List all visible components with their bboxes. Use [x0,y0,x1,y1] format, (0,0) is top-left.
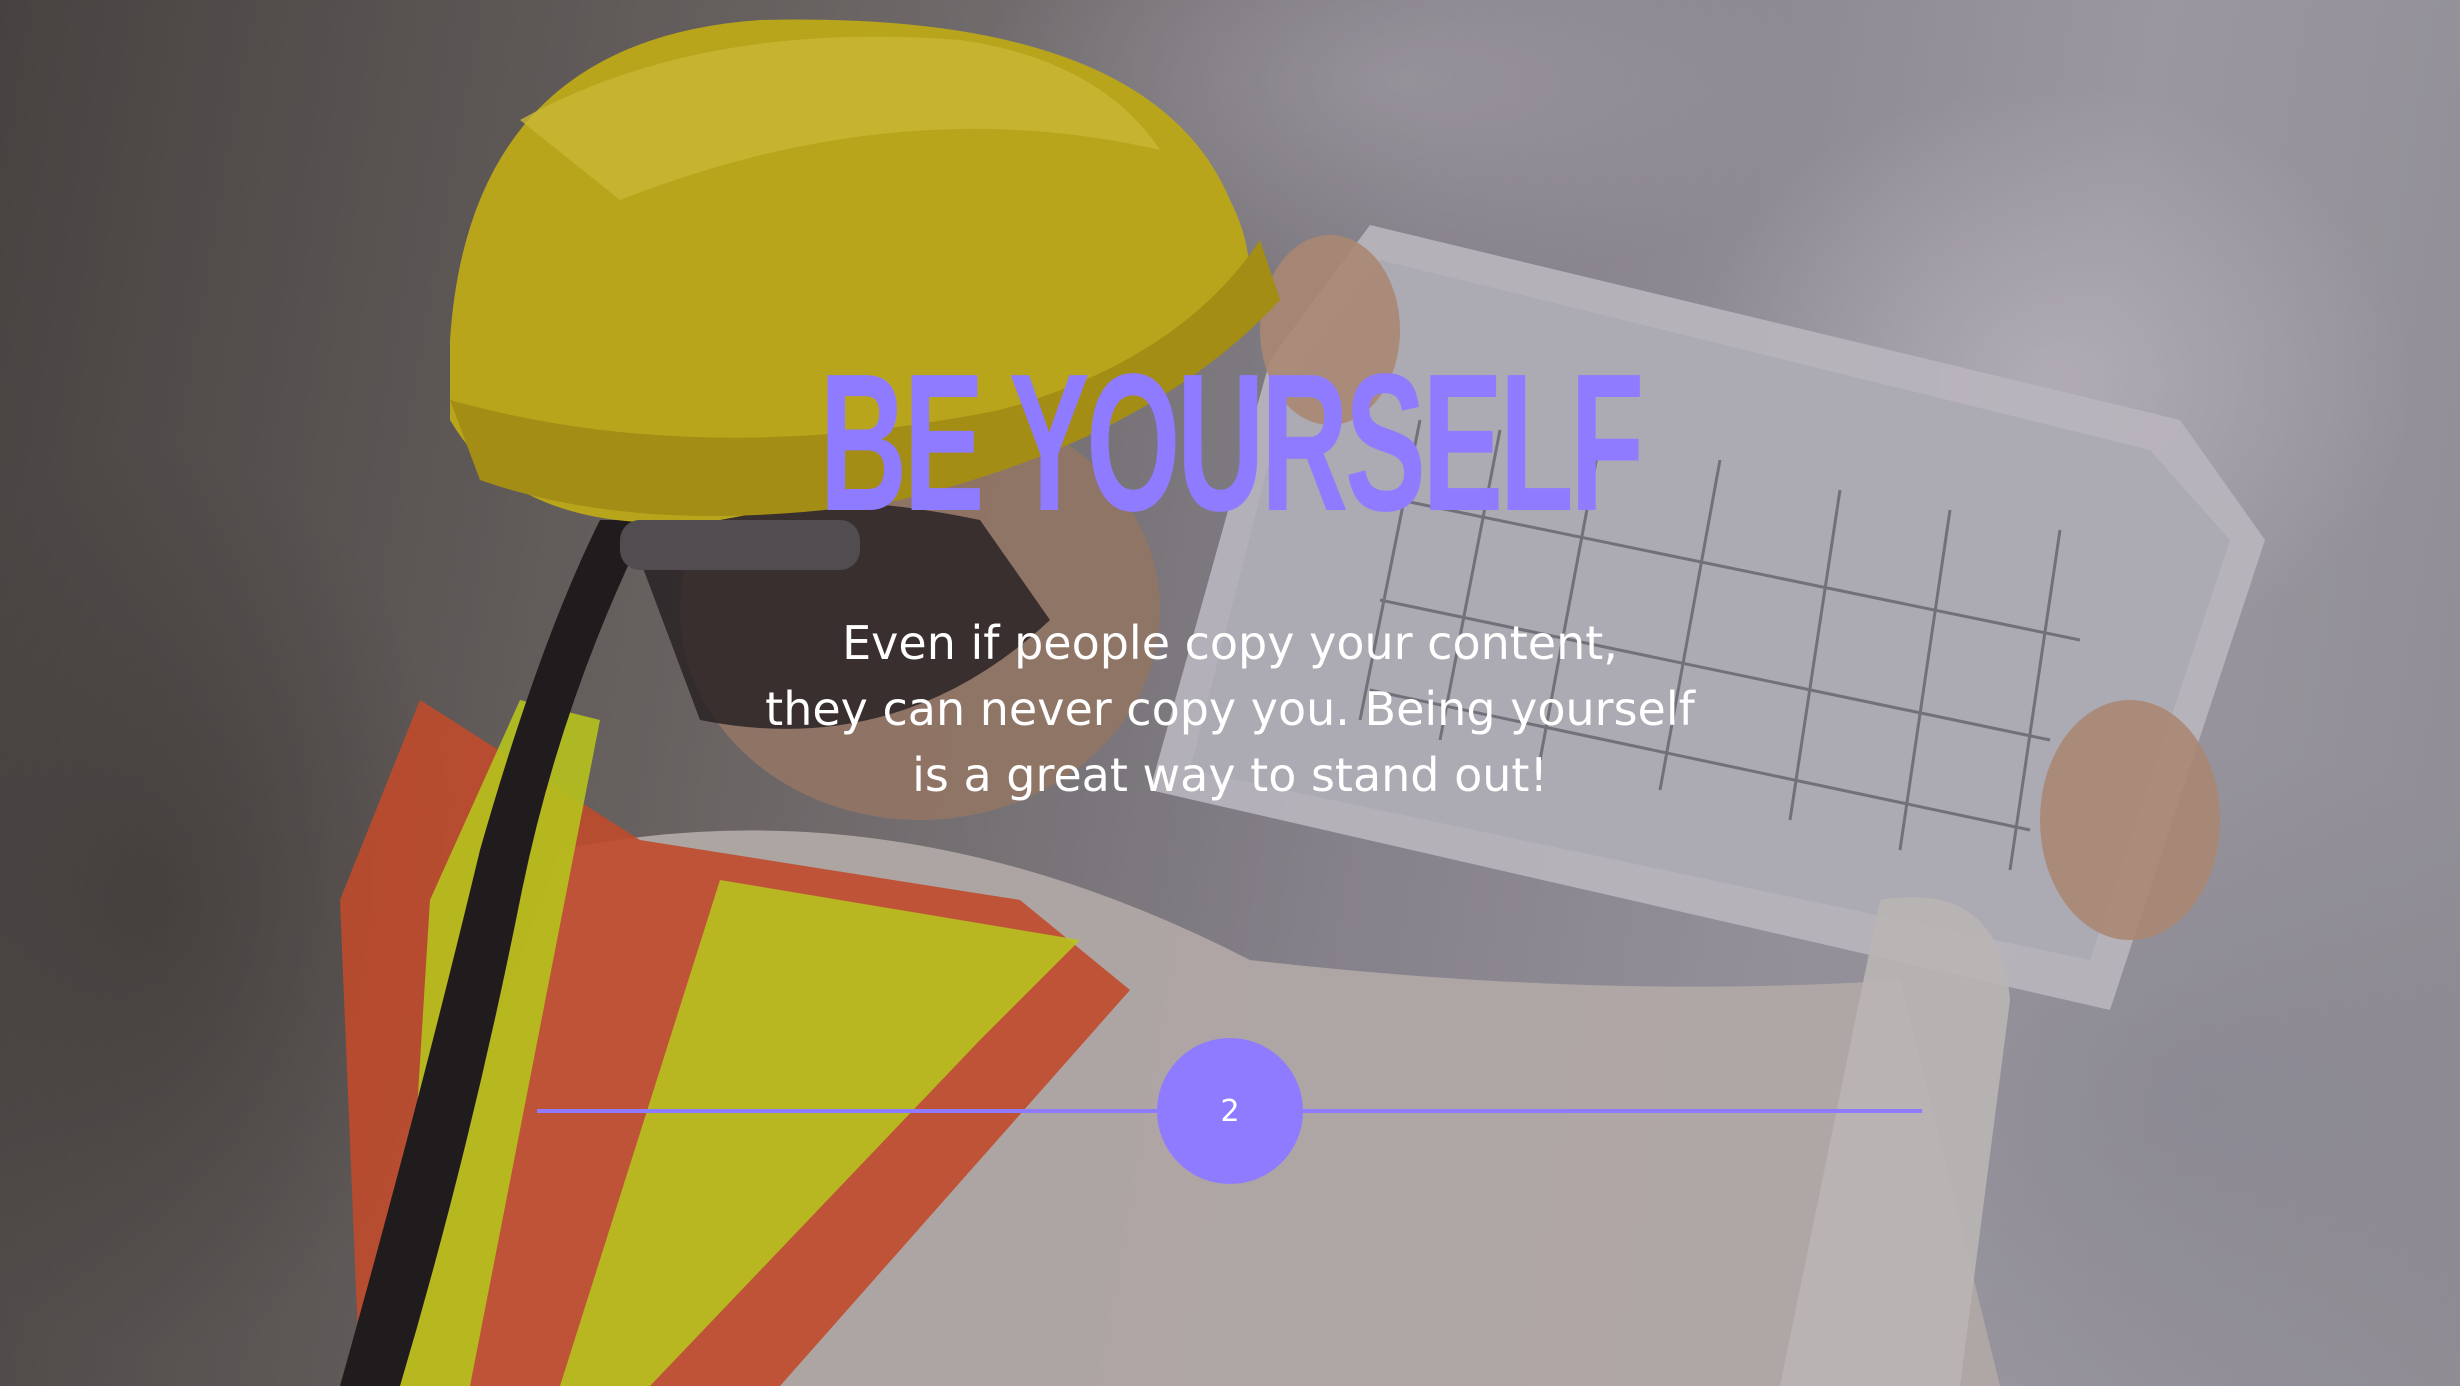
body-line-2: they can never copy you. Being yourself [765,682,1695,736]
slide-body-text: Even if people copy your content, they c… [630,610,1830,808]
page-number: 2 [1220,1093,1240,1129]
page-number-badge: 2 [1157,1038,1303,1184]
body-line-3: is a great way to stand out! [912,748,1548,802]
body-line-1: Even if people copy your content, [842,616,1618,670]
slide-title: BE YOURSELF [819,333,1644,552]
slide: BE YOURSELF Even if people copy your con… [0,0,2460,1386]
